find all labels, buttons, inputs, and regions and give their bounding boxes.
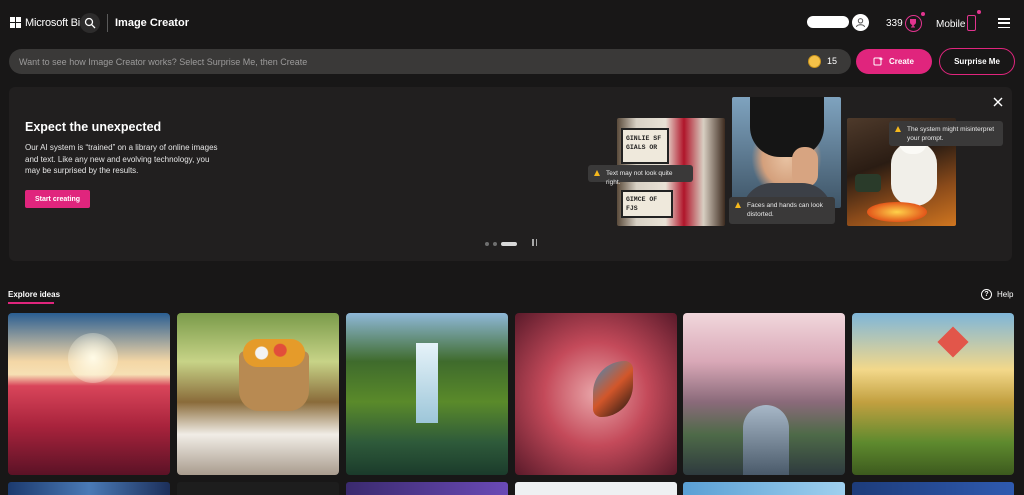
idea-tile-cherry-blossom-path[interactable] bbox=[683, 313, 845, 475]
carousel-indicators bbox=[485, 241, 517, 247]
warning-interpret-tooltip: The system might misinterpret your promp… bbox=[889, 121, 1003, 146]
gas-pump-price: GIMCE OF FJS bbox=[621, 190, 673, 218]
gas-pump-sign: GINLIE SF GIALS OR bbox=[621, 128, 669, 164]
warning-icon bbox=[895, 126, 901, 132]
gas-pump-sign-text: GINLIE SF GIALS OR bbox=[626, 135, 662, 151]
warning-faces: Faces and hands can look distorted. bbox=[747, 202, 823, 218]
prompt-input[interactable] bbox=[19, 53, 789, 70]
prompt-bar: 15 bbox=[9, 49, 851, 74]
help-link[interactable]: Help bbox=[997, 290, 1013, 299]
tab-underline bbox=[8, 302, 54, 304]
surprise-me-button[interactable]: Surprise Me bbox=[939, 48, 1015, 75]
warning-interpret: The system might misinterpret your promp… bbox=[907, 126, 995, 142]
idea-tile-butterfly-blossoms[interactable] bbox=[515, 313, 677, 475]
notification-dot bbox=[977, 10, 981, 14]
idea-tile[interactable] bbox=[852, 482, 1014, 495]
create-icon bbox=[873, 57, 884, 66]
create-button[interactable]: Create bbox=[856, 49, 932, 74]
carousel-dot[interactable] bbox=[485, 242, 489, 246]
boost-count: 15 bbox=[827, 56, 838, 66]
search-icon bbox=[84, 17, 96, 29]
rewards-icon[interactable] bbox=[905, 12, 925, 32]
explore-ideas-tab[interactable]: Explore ideas bbox=[8, 290, 60, 299]
search-button[interactable] bbox=[80, 13, 100, 33]
carousel-dot[interactable] bbox=[493, 242, 497, 246]
banner-title: Expect the unexpected bbox=[25, 120, 162, 134]
idea-tile[interactable] bbox=[177, 482, 339, 495]
idea-tile-picnic-basket[interactable] bbox=[177, 313, 339, 475]
start-creating-button[interactable]: Start creating bbox=[25, 190, 90, 208]
mobile-link[interactable]: Mobile bbox=[936, 19, 965, 30]
account-name[interactable] bbox=[807, 16, 849, 28]
warning-faces-tooltip: Faces and hands can look distorted. bbox=[729, 197, 835, 224]
help-icon[interactable]: ? bbox=[981, 289, 992, 300]
idea-tile-waterfall[interactable] bbox=[346, 313, 508, 475]
idea-tile[interactable] bbox=[683, 482, 845, 495]
idea-tile[interactable] bbox=[515, 482, 677, 495]
notification-dot bbox=[921, 12, 925, 16]
warning-text-tooltip: Text may not look quite right. bbox=[588, 165, 693, 186]
gas-pump-price-text: GIMCE OF FJS bbox=[626, 196, 658, 212]
idea-tile[interactable] bbox=[8, 482, 170, 495]
warning-icon bbox=[594, 170, 600, 176]
pause-icon[interactable] bbox=[532, 239, 538, 246]
sample-image-portrait bbox=[732, 97, 841, 208]
idea-tile[interactable] bbox=[346, 482, 508, 495]
user-icon bbox=[856, 18, 865, 28]
create-label: Create bbox=[889, 57, 914, 66]
header-divider bbox=[107, 14, 108, 32]
close-icon[interactable] bbox=[992, 96, 1004, 108]
trophy-icon bbox=[910, 19, 916, 28]
avatar[interactable] bbox=[852, 14, 869, 31]
idea-tile-kite-park[interactable] bbox=[852, 313, 1014, 475]
header: Microsoft Bing Image Creator 339 Mobile bbox=[0, 0, 1024, 46]
warning-icon bbox=[735, 202, 741, 208]
app-title[interactable]: Image Creator bbox=[115, 17, 189, 29]
carousel-dot-active[interactable] bbox=[501, 242, 517, 246]
phone-icon[interactable] bbox=[967, 10, 981, 31]
rewards-points[interactable]: 339 bbox=[886, 18, 903, 29]
microsoft-logo-icon[interactable] bbox=[10, 17, 21, 28]
banner-description: Our AI system is “trained” on a library … bbox=[25, 143, 218, 175]
menu-icon[interactable] bbox=[998, 18, 1010, 28]
coin-icon bbox=[808, 55, 821, 68]
idea-tile-tulip-field[interactable] bbox=[8, 313, 170, 475]
intro-banner: Expect the unexpected Our AI system is “… bbox=[9, 87, 1012, 261]
